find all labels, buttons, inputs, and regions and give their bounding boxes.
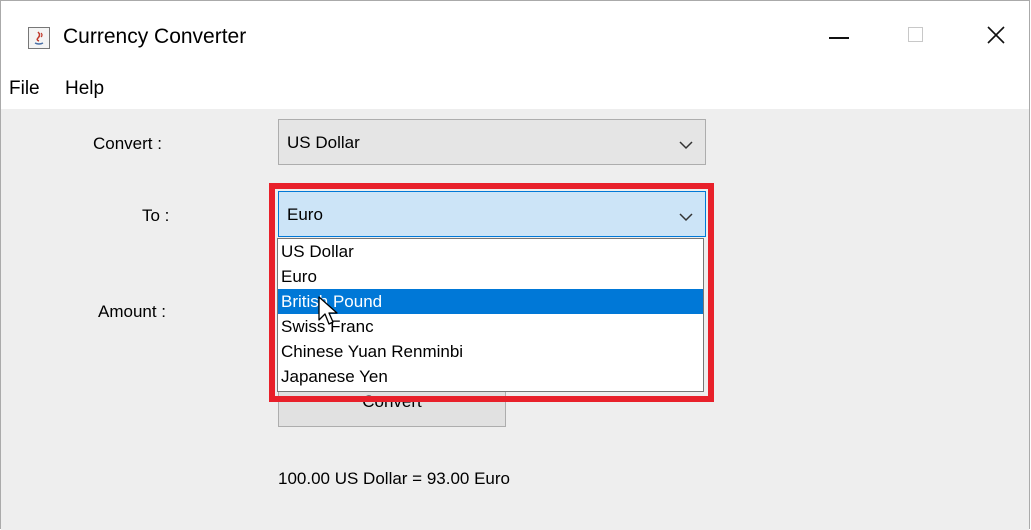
chevron-down-icon — [679, 137, 693, 155]
title-bar: Currency Converter — [1, 1, 1029, 71]
menu-help[interactable]: Help — [65, 78, 104, 100]
java-app-icon — [28, 27, 50, 49]
conversion-result: 100.00 US Dollar = 93.00 Euro — [278, 469, 511, 488]
close-icon[interactable] — [973, 15, 1019, 55]
convert-from-value: US Dollar — [287, 133, 360, 152]
minimize-icon[interactable] — [817, 15, 863, 55]
menu-file[interactable]: File — [9, 78, 40, 100]
chevron-down-icon — [679, 209, 693, 227]
window-title: Currency Converter — [63, 25, 247, 48]
convert-to-value: Euro — [287, 205, 323, 224]
dropdown-option[interactable]: Chinese Yuan Renminbi — [278, 339, 703, 364]
convert-from-select[interactable]: US Dollar — [278, 119, 706, 165]
amount-label: Amount : — [98, 302, 167, 321]
convert-to-select[interactable]: Euro — [278, 191, 706, 237]
convert-button-label: Convert — [362, 392, 422, 411]
maximize-icon[interactable] — [893, 15, 939, 55]
dropdown-option[interactable]: Euro — [278, 264, 703, 289]
convert-label: Convert : — [93, 134, 162, 153]
menu-bar: File Help — [1, 71, 1029, 109]
mouse-cursor-icon — [318, 296, 342, 333]
dropdown-option[interactable]: Japanese Yen — [278, 364, 703, 389]
to-label: To : — [142, 206, 170, 225]
dropdown-option[interactable]: US Dollar — [278, 239, 703, 264]
